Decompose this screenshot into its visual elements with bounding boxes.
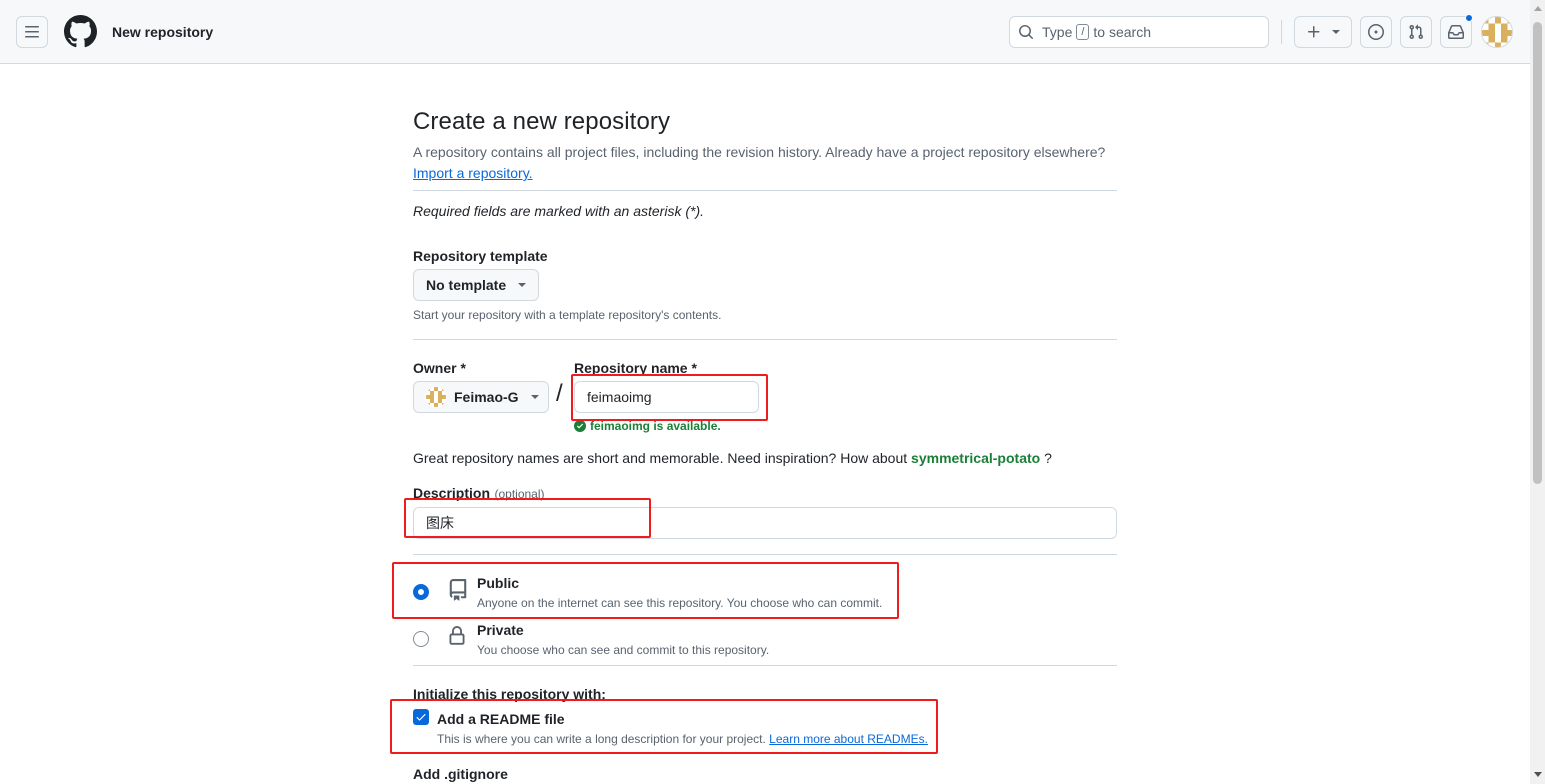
section-divider (413, 665, 1117, 666)
check-circle-icon (574, 420, 586, 432)
chevron-down-icon (530, 395, 539, 399)
page-scrollbar[interactable] (1530, 0, 1545, 784)
check-icon (416, 714, 426, 721)
owner-avatar-icon (426, 387, 446, 407)
scroll-down-arrow-icon[interactable] (1534, 772, 1542, 777)
create-new-button[interactable] (1294, 16, 1352, 48)
menu-button[interactable] (16, 16, 48, 48)
owner-label: Owner * (413, 360, 466, 376)
search-suffix: to search (1093, 24, 1152, 40)
lock-icon (449, 626, 465, 645)
git-pull-request-icon (1409, 24, 1424, 40)
repo-icon (449, 579, 467, 601)
identicon-icon (1482, 17, 1512, 47)
template-select[interactable]: No template (413, 269, 539, 301)
search-input[interactable]: Type / to search (1009, 16, 1269, 48)
section-divider (413, 190, 1117, 191)
public-label[interactable]: Public (477, 575, 519, 591)
readme-description: This is where you can write a long descr… (437, 732, 928, 746)
repo-name-label: Repository name * (574, 360, 697, 376)
plus-icon (1308, 26, 1320, 38)
notification-dot (1465, 14, 1473, 22)
issue-opened-icon (1368, 24, 1384, 40)
template-value: No template (426, 277, 507, 293)
issues-button[interactable] (1360, 16, 1392, 48)
public-radio[interactable] (413, 584, 429, 600)
scrollbar-thumb[interactable] (1533, 22, 1542, 484)
search-prefix: Type (1042, 24, 1073, 40)
private-radio[interactable] (413, 631, 429, 647)
public-description: Anyone on the internet can see this repo… (477, 596, 883, 610)
user-avatar[interactable] (1481, 16, 1513, 48)
learn-more-readmes-link[interactable]: Learn more about READMEs. (769, 732, 928, 746)
repo-name-input[interactable]: feimaoimg (574, 381, 759, 413)
section-divider (413, 554, 1117, 555)
availability-text: feimaoimg is available. (590, 419, 721, 433)
search-icon (1019, 25, 1034, 40)
gitignore-label: Add .gitignore (413, 766, 508, 782)
page-heading: Create a new repository (413, 108, 671, 135)
private-description: You choose who can see and commit to thi… (477, 643, 770, 657)
readme-checkbox[interactable] (413, 709, 429, 725)
readme-label[interactable]: Add a README file (437, 711, 565, 727)
pull-requests-button[interactable] (1400, 16, 1432, 48)
section-divider (413, 339, 1117, 340)
template-note: Start your repository with a template re… (413, 308, 722, 322)
private-label[interactable]: Private (477, 622, 524, 638)
scroll-up-arrow-icon[interactable] (1534, 6, 1542, 11)
description-input[interactable]: 图床 (413, 507, 1117, 539)
inbox-icon (1448, 25, 1464, 39)
app-header: New repository Type / to search (0, 0, 1530, 64)
inspiration-lead: Great repository names are short and mem… (413, 450, 908, 466)
inspiration-end: ? (1044, 450, 1052, 466)
availability-message: feimaoimg is available. (574, 419, 721, 433)
page-title[interactable]: New repository (112, 24, 213, 40)
inspiration-text: Great repository names are short and mem… (413, 450, 1052, 466)
chevron-down-icon (1332, 30, 1340, 34)
owner-select[interactable]: Feimao-G (413, 381, 549, 413)
initialize-label: Initialize this repository with: (413, 686, 606, 702)
hamburger-icon (25, 26, 39, 38)
github-logo-icon[interactable] (64, 15, 97, 48)
import-repository-link[interactable]: Import a repository. (413, 165, 533, 181)
search-shortcut-key: / (1076, 24, 1090, 40)
description-label-group: Description (optional) (413, 485, 545, 503)
readme-desc-text: This is where you can write a long descr… (437, 732, 766, 746)
owner-value: Feimao-G (454, 389, 519, 405)
page-lead-text: A repository contains all project files,… (413, 144, 1106, 160)
chevron-down-icon (518, 283, 527, 287)
required-fields-note: Required fields are marked with an aster… (413, 203, 705, 219)
optional-tag: (optional) (494, 487, 545, 501)
owner-repo-separator: / (556, 380, 563, 407)
template-label: Repository template (413, 248, 548, 264)
header-divider (1281, 20, 1282, 44)
name-suggestion[interactable]: symmetrical-potato (911, 450, 1040, 466)
description-label: Description (413, 485, 491, 501)
